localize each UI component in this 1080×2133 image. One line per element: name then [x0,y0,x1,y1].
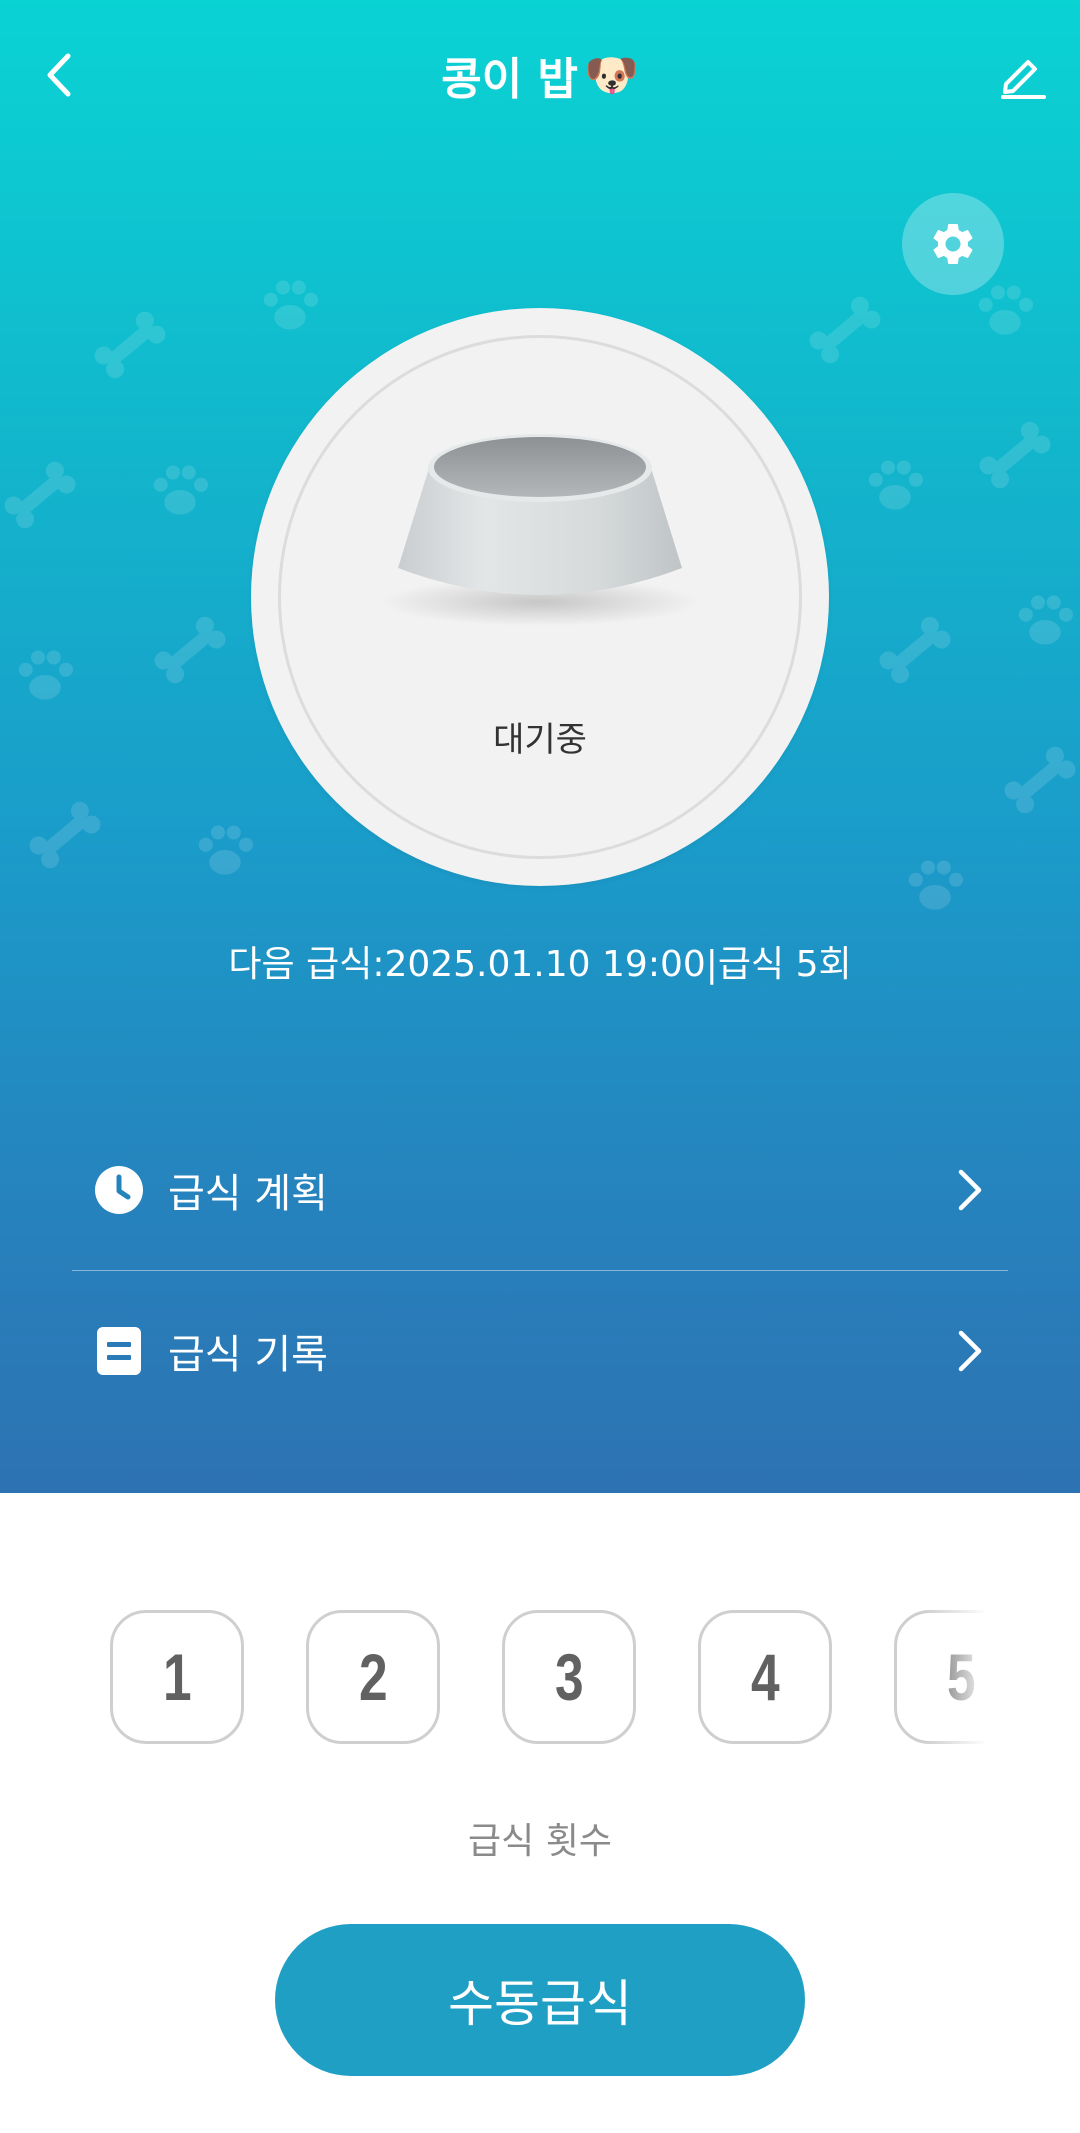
page-title: 콩이 밥 🐶 [0,40,1080,110]
feeding-log-row[interactable]: 급식 기록 [72,1291,1008,1411]
count-option-2[interactable]: 2 [306,1610,440,1744]
pencil-icon [1001,60,1046,99]
settings-button[interactable] [902,193,1004,295]
feeding-count-selector[interactable]: 1 2 3 4 5 [110,1610,985,1748]
paw-icon [1018,595,1073,645]
manual-feed-button[interactable]: 수동급식 [275,1924,805,2076]
bone-icon [154,616,226,684]
paw-icon [18,650,73,700]
feeding-plan-row[interactable]: 급식 계획 [72,1130,1008,1250]
page-title-text: 콩이 밥 [441,54,578,105]
document-icon [94,1326,144,1376]
bone-icon [809,296,881,364]
bone-icon [879,616,951,684]
bone-icon [29,801,101,869]
paw-icon [153,465,208,515]
paw-icon [198,825,253,875]
paw-icon [908,860,963,910]
bone-icon [979,421,1051,489]
next-feeding-text: 다음 급식:2025.01.10 19:00|급식 5회 [228,944,852,985]
paw-icon [263,280,318,330]
bowl-status-text: 대기중 [493,720,587,760]
dog-emoji-icon: 🐶 [583,50,639,101]
count-option-5[interactable]: 5 [894,1610,985,1744]
chevron-right-icon [950,1326,990,1376]
count-option-3[interactable]: 3 [502,1610,636,1744]
paw-icon [868,460,923,510]
bone-icon [94,311,166,379]
bone-icon [4,461,76,529]
count-option-4[interactable]: 4 [698,1610,832,1744]
feeding-count-label: 급식 횟수 [468,1821,612,1862]
clock-icon [94,1165,144,1215]
feeding-plan-label: 급식 계획 [168,1171,328,1217]
chevron-right-icon [950,1165,990,1215]
count-option-1[interactable]: 1 [110,1610,244,1744]
menu-divider [72,1270,1008,1271]
edit-button[interactable] [988,42,1058,108]
feeding-log-label: 급식 기록 [168,1332,328,1378]
food-bowl-icon [380,434,700,626]
hero-panel: 콩이 밥 🐶 대기중 다음 급식:2025.01.10 19:00|급식 5회 … [0,0,1080,1493]
gear-icon [933,224,973,264]
